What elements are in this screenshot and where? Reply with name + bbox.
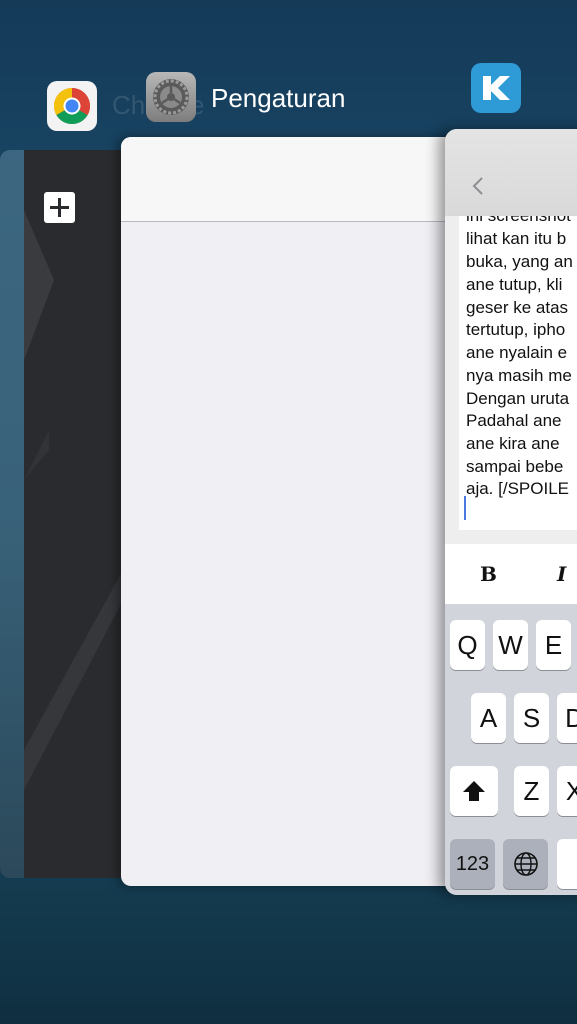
kaskus-app-card[interactable]: ini screenshot lihat kan itu b buka, yan… xyxy=(445,129,577,895)
key-x[interactable]: X xyxy=(557,766,577,816)
numbers-key[interactable]: 123 xyxy=(450,839,495,889)
settings-gear-icon[interactable] xyxy=(146,72,196,122)
shift-arrow-icon xyxy=(463,781,485,801)
post-text-field[interactable]: ini screenshot lihat kan itu b buka, yan… xyxy=(459,216,577,530)
editor-line: aja. [/SPOILE xyxy=(466,479,569,498)
background-app-strip xyxy=(0,150,24,878)
format-toolbar: B I xyxy=(445,544,577,604)
bold-button[interactable]: B xyxy=(480,562,497,586)
editor-line: Dengan uruta xyxy=(466,389,570,408)
settings-app-label: Pengaturan xyxy=(211,83,346,113)
globe-icon xyxy=(513,852,538,876)
kaskus-navbar xyxy=(445,129,577,216)
kaskus-k-icon[interactable] xyxy=(471,63,521,113)
editor-line: buka, yang an xyxy=(466,252,573,271)
text-cursor xyxy=(464,496,466,520)
key-w[interactable]: W xyxy=(493,620,528,670)
new-tab-button[interactable] xyxy=(44,192,75,223)
editor-line: ane kira ane xyxy=(466,434,560,453)
key-d[interactable]: D xyxy=(557,693,577,743)
editor-line: geser ke atas xyxy=(466,298,569,317)
editor-line: lihat kan itu b xyxy=(466,229,567,248)
chrome-logo-icon xyxy=(53,87,91,125)
editor-line: Padahal ane xyxy=(466,411,562,430)
settings-navbar xyxy=(121,137,461,222)
shift-key[interactable] xyxy=(450,766,498,816)
chrome-app-icon[interactable] xyxy=(47,81,97,131)
key-a[interactable]: A xyxy=(471,693,506,743)
editor-line: nya masih me xyxy=(466,366,572,385)
editor-line: sampai bebe xyxy=(466,457,564,476)
back-chevron-icon[interactable] xyxy=(467,174,491,198)
chrome-card-pattern xyxy=(24,210,123,790)
editor-line: ini screenshot xyxy=(466,216,571,226)
post-editor-area: ini screenshot lihat kan itu b buka, yan… xyxy=(445,216,577,544)
editor-line: tertutup, ipho xyxy=(466,320,566,339)
chrome-app-card[interactable] xyxy=(0,150,123,878)
italic-button[interactable]: I xyxy=(557,562,566,586)
space-key[interactable] xyxy=(557,839,577,889)
key-e[interactable]: E xyxy=(536,620,571,670)
editor-line: ane nyalain e xyxy=(466,343,568,362)
key-z[interactable]: Z xyxy=(514,766,549,816)
on-screen-keyboard: Q W E A S D Z X 123 xyxy=(445,604,577,895)
key-q[interactable]: Q xyxy=(450,620,485,670)
settings-app-card[interactable] xyxy=(121,137,461,886)
key-s[interactable]: S xyxy=(514,693,549,743)
editor-line: ane tutup, kli xyxy=(466,275,563,294)
globe-key[interactable] xyxy=(503,839,548,889)
